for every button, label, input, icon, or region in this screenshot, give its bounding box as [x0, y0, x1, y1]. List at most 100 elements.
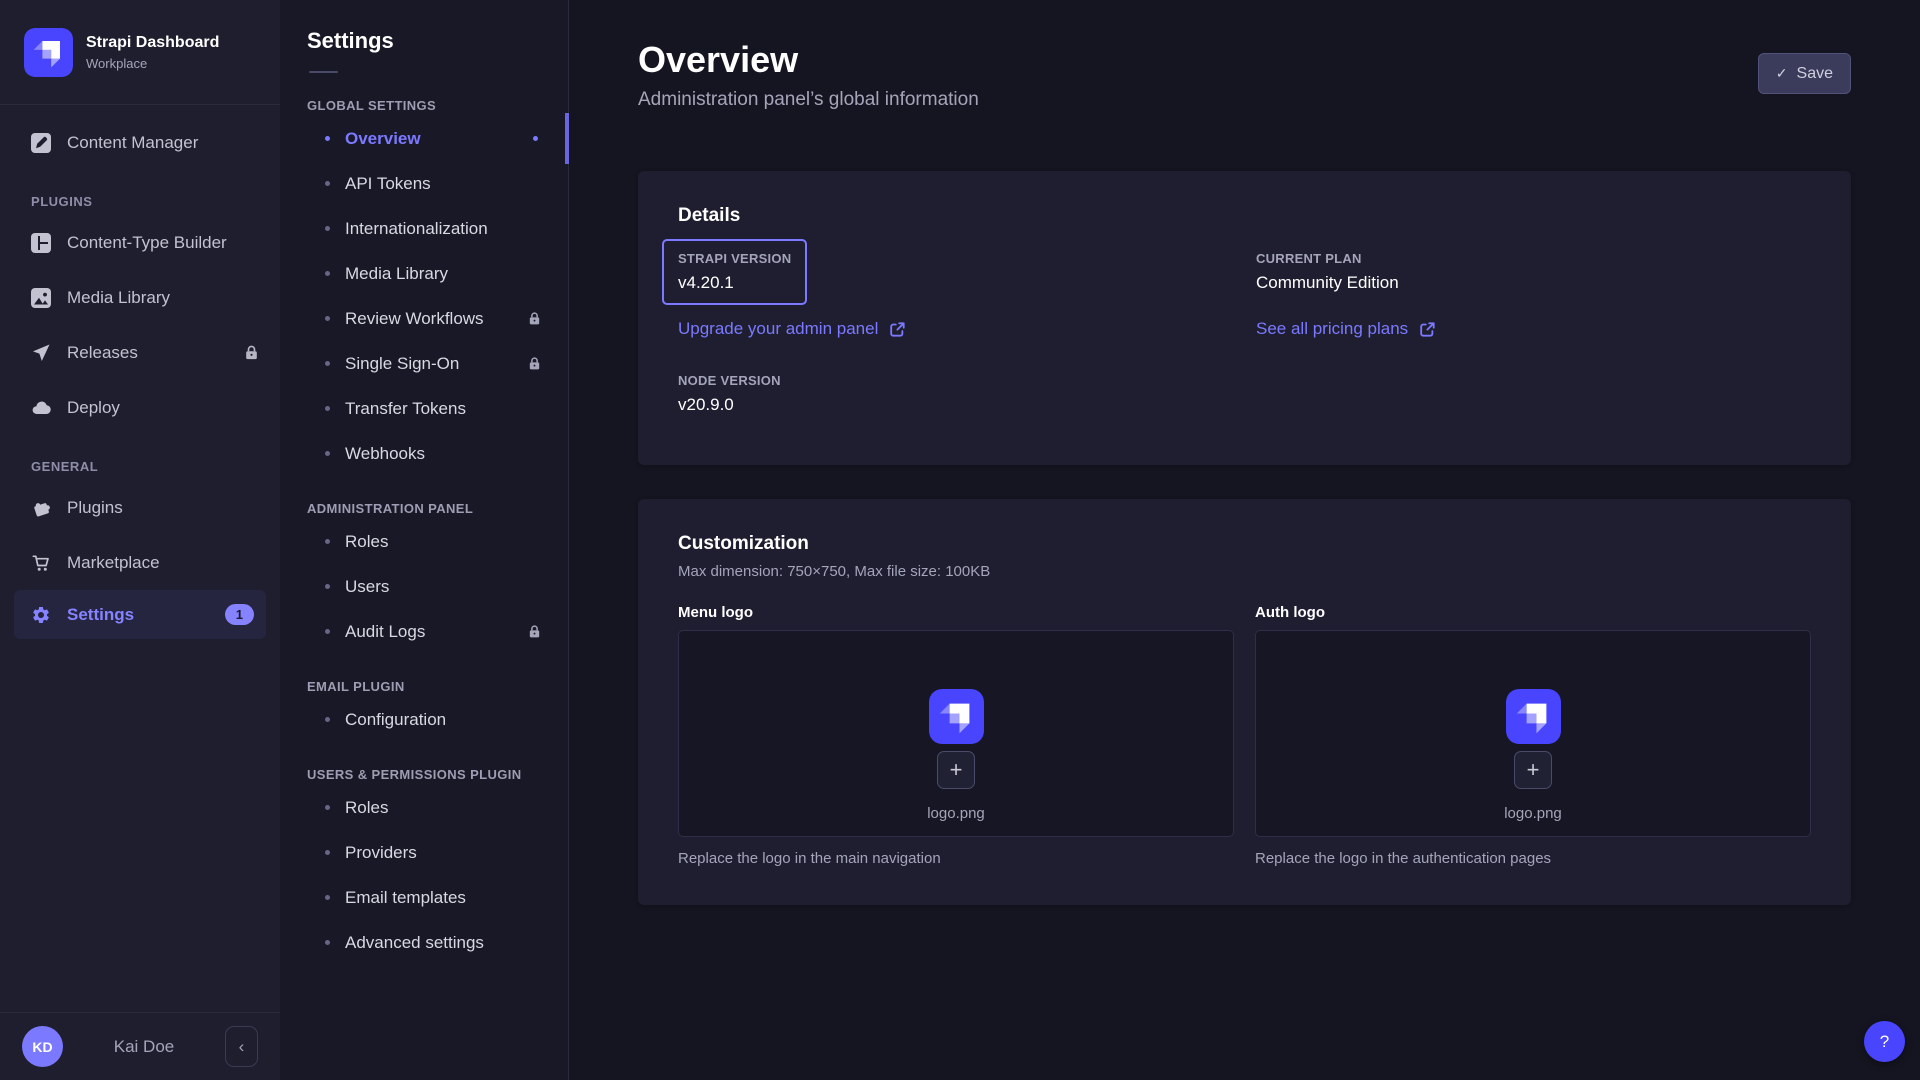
- lock-icon: [243, 344, 260, 361]
- subnav-item-configuration[interactable]: Configuration: [280, 697, 568, 742]
- auth-logo-add-button[interactable]: +: [1514, 751, 1552, 789]
- bullet-icon: [325, 316, 330, 321]
- sidebar-collapse-button[interactable]: ‹: [225, 1026, 258, 1067]
- subnav-item-transfer-tokens[interactable]: Transfer Tokens: [280, 386, 568, 431]
- bullet-icon: [325, 181, 330, 186]
- brand-title: Strapi Dashboard: [86, 34, 219, 52]
- app-root: Strapi Dashboard Workplace Content Manag…: [0, 0, 1920, 1080]
- user-name: Kai Doe: [63, 1037, 225, 1057]
- bullet-icon: [325, 539, 330, 544]
- subnav-item-overview[interactable]: Overview: [280, 116, 568, 161]
- save-button[interactable]: ✓ Save: [1758, 53, 1851, 94]
- sidebar-item-label: Content-Type Builder: [67, 233, 227, 253]
- strapi-version-label: STRAPI VERSION: [678, 251, 791, 266]
- bullet-icon: [325, 629, 330, 634]
- pricing-plans-link[interactable]: See all pricing plans: [1256, 319, 1436, 339]
- picture-icon: [31, 288, 51, 308]
- subnav-item-label: Email templates: [345, 888, 466, 908]
- auth-logo-upload-box[interactable]: + logo.png: [1255, 630, 1811, 837]
- customization-card-title: Customization: [678, 533, 1811, 555]
- subnav-item-single-sign-on[interactable]: Single Sign-On: [280, 341, 568, 386]
- subnav-item-admin-users[interactable]: Users: [280, 564, 568, 609]
- sidebar-item-label: Media Library: [67, 288, 170, 308]
- subnav-item-email-templates[interactable]: Email templates: [280, 875, 568, 920]
- subnav-item-label: Advanced settings: [345, 933, 484, 953]
- strapi-version-field: STRAPI VERSION v4.20.1: [662, 239, 807, 305]
- lock-icon: [527, 356, 542, 371]
- page-subtitle: Administration panel’s global informatio…: [638, 89, 979, 111]
- cloud-icon: [31, 398, 51, 418]
- puzzle-icon: [31, 498, 51, 518]
- subnav-divider: [309, 71, 338, 73]
- sidebar-item-deploy[interactable]: Deploy: [0, 380, 280, 435]
- external-link-icon: [889, 321, 906, 338]
- subnav-item-webhooks[interactable]: Webhooks: [280, 431, 568, 476]
- menu-logo-add-button[interactable]: +: [937, 751, 975, 789]
- details-left-column: STRAPI VERSION v4.20.1 Upgrade your admi…: [678, 243, 1256, 427]
- subnav-item-label: API Tokens: [345, 174, 431, 194]
- sidebar-item-settings[interactable]: Settings 1: [14, 590, 266, 639]
- sidebar-item-label: Settings: [67, 605, 134, 625]
- node-version-value: v20.9.0: [678, 395, 781, 415]
- current-plan-value: Community Edition: [1256, 273, 1399, 293]
- page-header-text: Overview Administration panel’s global i…: [638, 38, 979, 111]
- menu-logo-hint: Replace the logo in the main navigation: [678, 850, 1234, 867]
- menu-logo-label: Menu logo: [678, 604, 1234, 621]
- sidebar-item-marketplace[interactable]: Marketplace: [0, 535, 280, 590]
- bullet-icon: [325, 136, 330, 141]
- shopping-cart-icon: [31, 553, 51, 573]
- subnav-title: Settings: [307, 28, 568, 54]
- sidebar-item-label: Deploy: [67, 398, 120, 418]
- sidebar-item-label: Content Manager: [67, 133, 198, 153]
- save-button-label: Save: [1797, 65, 1833, 83]
- subnav-section-users-permissions-plugin: USERS & PERMISSIONS PLUGIN: [307, 767, 568, 782]
- upgrade-link-label: Upgrade your admin panel: [678, 319, 878, 339]
- sidebar-item-plugins[interactable]: Plugins: [0, 480, 280, 535]
- main-sidebar: Strapi Dashboard Workplace Content Manag…: [0, 0, 280, 1080]
- subnav-section-administration-panel: ADMINISTRATION PANEL: [307, 501, 568, 516]
- bullet-icon: [325, 850, 330, 855]
- check-icon: ✓: [1776, 65, 1788, 82]
- menu-logo-upload-box[interactable]: + logo.png: [678, 630, 1234, 837]
- help-button[interactable]: ?: [1864, 1021, 1905, 1062]
- node-version-field: NODE VERSION v20.9.0: [662, 361, 797, 427]
- bullet-icon: [325, 584, 330, 589]
- subnav-item-media-library[interactable]: Media Library: [280, 251, 568, 296]
- bullet-icon: [325, 895, 330, 900]
- sidebar-item-media-library[interactable]: Media Library: [0, 270, 280, 325]
- subnav-item-internationalization[interactable]: Internationalization: [280, 206, 568, 251]
- bullet-icon: [325, 361, 330, 366]
- strapi-logo-icon: [24, 28, 73, 77]
- logo-columns: Menu logo + logo.png Replace the logo in…: [678, 604, 1811, 867]
- settings-subnav: Settings GLOBAL SETTINGS Overview API To…: [280, 0, 569, 1080]
- subnav-item-label: Audit Logs: [345, 622, 425, 642]
- subnav-section-global-settings: GLOBAL SETTINGS: [307, 98, 568, 113]
- subnav-item-advanced-settings[interactable]: Advanced settings: [280, 920, 568, 965]
- plus-icon: +: [1527, 759, 1540, 781]
- sidebar-item-content-type-builder[interactable]: Content-Type Builder: [0, 215, 280, 270]
- notification-dot-icon: [533, 136, 538, 141]
- subnav-item-api-tokens[interactable]: API Tokens: [280, 161, 568, 206]
- sidebar-item-releases[interactable]: Releases: [0, 325, 280, 380]
- user-profile-row[interactable]: KD Kai Doe ‹: [0, 1012, 280, 1080]
- subnav-item-admin-roles[interactable]: Roles: [280, 519, 568, 564]
- subnav-item-label: Media Library: [345, 264, 448, 284]
- subnav-item-review-workflows[interactable]: Review Workflows: [280, 296, 568, 341]
- subnav-item-up-roles[interactable]: Roles: [280, 785, 568, 830]
- current-plan-field: CURRENT PLAN Community Edition: [1240, 239, 1415, 305]
- subnav-item-label: Single Sign-On: [345, 354, 459, 374]
- customization-constraints: Max dimension: 750×750, Max file size: 1…: [678, 563, 1811, 580]
- subnav-item-audit-logs[interactable]: Audit Logs: [280, 609, 568, 654]
- sidebar-item-label: Plugins: [67, 498, 123, 518]
- avatar[interactable]: KD: [22, 1026, 63, 1067]
- workspace-brand[interactable]: Strapi Dashboard Workplace: [0, 0, 280, 105]
- subnav-item-providers[interactable]: Providers: [280, 830, 568, 875]
- details-grid: STRAPI VERSION v4.20.1 Upgrade your admi…: [678, 243, 1811, 427]
- subnav-item-label: Internationalization: [345, 219, 488, 239]
- sidebar-nav: Content Manager PLUGINS Content-Type Bui…: [0, 105, 280, 1012]
- auth-logo-filename: logo.png: [1504, 805, 1562, 822]
- upgrade-admin-panel-link[interactable]: Upgrade your admin panel: [678, 319, 906, 339]
- subnav-item-label: Configuration: [345, 710, 446, 730]
- sidebar-item-label: Marketplace: [67, 553, 160, 573]
- sidebar-item-content-manager[interactable]: Content Manager: [0, 115, 280, 170]
